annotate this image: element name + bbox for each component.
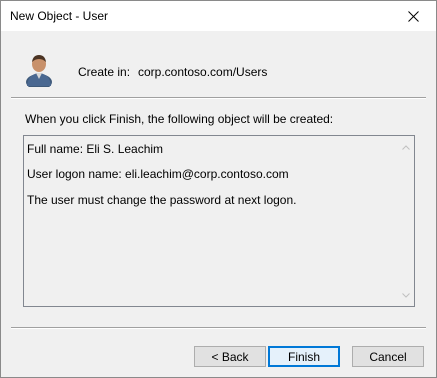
finish-button[interactable]: Finish bbox=[268, 346, 340, 367]
footer-divider bbox=[11, 327, 426, 329]
summary-password-note: The user must change the password at nex… bbox=[27, 193, 297, 207]
dialog-header: Create in: corp.contoso.com/Users bbox=[1, 31, 436, 99]
close-button[interactable] bbox=[391, 1, 436, 31]
cancel-button[interactable]: Cancel bbox=[352, 346, 424, 367]
user-icon bbox=[26, 55, 52, 87]
header-divider bbox=[11, 97, 426, 99]
summary-full-name: Full name: Eli S. Leachim bbox=[27, 142, 164, 156]
new-object-user-dialog: New Object - User Create in: corp.contos… bbox=[0, 0, 437, 378]
summary-logon-name: User logon name: eli.leachim@corp.contos… bbox=[27, 167, 289, 181]
create-in-path: corp.contoso.com/Users bbox=[138, 65, 268, 79]
title-bar[interactable]: New Object - User bbox=[1, 1, 436, 31]
chevron-down-icon bbox=[402, 292, 410, 298]
scroll-up-arrow[interactable] bbox=[400, 141, 412, 153]
window-title: New Object - User bbox=[10, 9, 109, 23]
intro-text: When you click Finish, the following obj… bbox=[25, 112, 334, 126]
scroll-down-arrow[interactable] bbox=[400, 289, 412, 301]
close-icon bbox=[408, 10, 419, 22]
summary-textbox[interactable]: Full name: Eli S. Leachim User logon nam… bbox=[23, 135, 415, 307]
chevron-up-icon bbox=[402, 144, 410, 150]
back-button[interactable]: < Back bbox=[194, 346, 266, 367]
create-in-label: Create in: bbox=[78, 65, 131, 79]
